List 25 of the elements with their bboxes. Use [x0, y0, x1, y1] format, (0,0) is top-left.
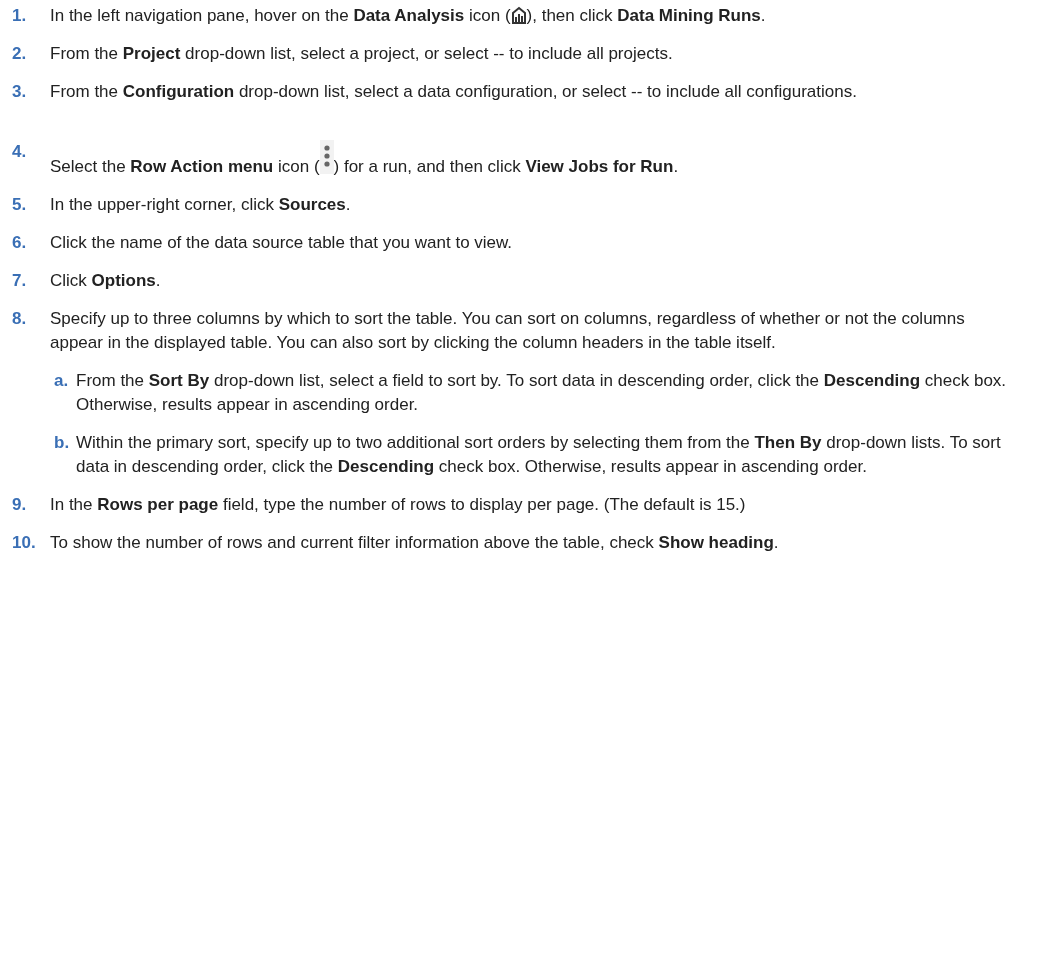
step-number: 4.	[11, 141, 28, 163]
substep-text: Within the primary sort, specify up to two additional sort orders by selecting them from the Then By drop-down lists. To sort data in descending order, click the Descending check box. Otherwise, results appear in ascending order.	[76, 432, 1002, 478]
step-number: 5.	[11, 194, 28, 216]
step-number: 1.	[11, 5, 28, 27]
step-number: 2.	[11, 43, 28, 65]
step-number: 6.	[11, 232, 28, 254]
substep-letter: a.	[53, 370, 70, 392]
step-text: In the Rows per page field, type the number of rows to display per page. (The default is 15.)	[50, 495, 746, 514]
step-text: Specify up to three columns by which to sort the table. You can sort on columns, regardless of whether or not the columns appear in the displayed table. You can also sort by clicking the column headers in the table itself.	[50, 309, 965, 352]
step-number: 3.	[11, 81, 28, 103]
step-text: In the upper-right corner, click Sources.	[50, 195, 351, 214]
step-text: In the left navigation pane, hover on the Data Analysis icon ( ), then click Data Mining Runs.	[50, 6, 766, 25]
step-text: Click Options.	[50, 271, 161, 290]
step-text: Click the name of the data source table that you want to view.	[50, 233, 513, 252]
step-number: 8.	[11, 308, 28, 330]
step-text: From the Project drop-down list, select a project, or select -- to include all projects.	[50, 44, 673, 63]
step-number: 7.	[11, 270, 28, 292]
step-number: 9.	[11, 494, 28, 516]
substep-text: From the Sort By drop-down list, select a field to sort by. To sort data in descending order, click the Descending check box. Otherwise, results appear in ascending order.	[76, 370, 1008, 416]
substep-letter: b.	[53, 432, 71, 454]
step-text: To show the number of rows and current filter information above the table, check Show heading.	[50, 533, 779, 552]
chart-icon	[510, 6, 527, 24]
step-number: 10.	[11, 532, 37, 554]
step-text: From the Configuration drop-down list, select a data configuration, or select -- to include all configurations.	[50, 82, 857, 101]
step-text: Select the Row Action menu icon ( ) for a run, and then click View Jobs for Run.	[50, 157, 679, 176]
